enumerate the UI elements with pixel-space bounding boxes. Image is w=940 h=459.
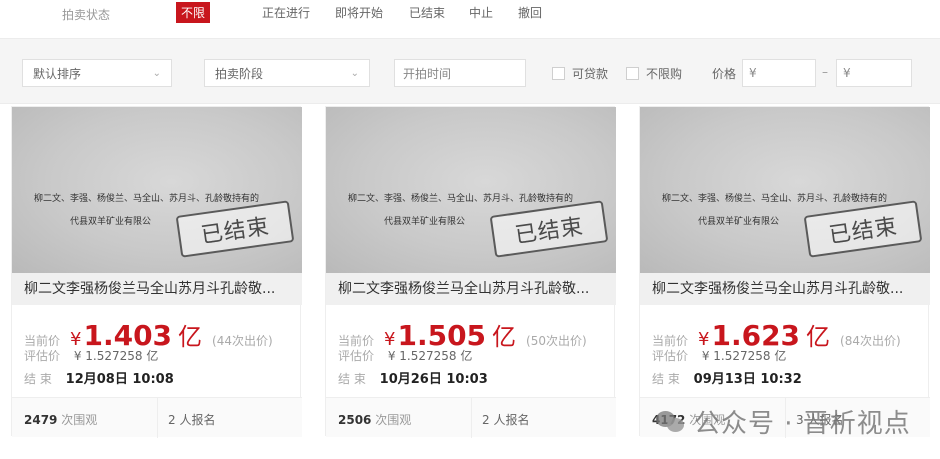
price-unit: 亿 [806,323,831,351]
document-text-line: 柳二文、李强、杨俊兰、马全山、苏月斗、孔龄敬持有的 [348,194,574,204]
document-text-line: 代县双羊矿业有限公 [384,217,466,227]
auction-card-title[interactable]: 柳二文李强杨俊兰马全山苏月斗孔龄敬... [12,273,302,305]
auction-card-title[interactable]: 柳二文李强杨俊兰马全山苏月斗孔龄敬... [640,273,930,305]
evaluated-price-row: 评估价 ¥ 1.527258 亿 [652,347,786,364]
document-text-line: 代县双羊矿业有限公 [698,217,780,227]
wechat-icon [656,409,686,435]
loan-checkbox[interactable] [552,67,565,80]
view-count-suffix: 次围观 [61,413,98,427]
end-time-label: 结 束 [24,372,52,386]
tab-suspended[interactable]: 中止 [469,4,493,21]
unlimited-purchase-label: 不限购 [646,67,683,81]
tab-unlimited[interactable]: 不限 [176,2,211,23]
signup-count-value: 2 [168,413,176,427]
watermark: 公众号 · 晋析视点 [656,403,911,440]
end-time-row: 结 束 12月08日 10:08 [24,368,174,387]
end-time-label: 结 束 [338,372,366,386]
end-time-label: 结 束 [652,372,680,386]
price-min-input[interactable]: ¥ [742,59,816,87]
sort-select[interactable]: 默认排序 ⌄ [22,59,172,87]
signup-count: 2 人报名 [168,411,215,428]
end-time-value: 09月13日 10:32 [693,372,802,387]
end-time-value: 12月08日 10:08 [65,372,174,387]
end-time-row: 结 束 10月26日 10:03 [338,368,488,387]
watermark-text: 公众号 · 晋析视点 [694,409,911,439]
auction-card-image[interactable]: 柳二文、李强、杨俊兰、马全山、苏月斗、孔龄敬持有的 代县双羊矿业有限公 已结束 [326,107,616,273]
evaluated-price-row: 评估价 ¥ 1.527258 亿 [338,347,472,364]
chevron-down-icon: ⌄ [350,67,359,79]
auction-card[interactable]: 柳二文、李强、杨俊兰、马全山、苏月斗、孔龄敬持有的 代县双羊矿业有限公 已结束 … [11,106,302,438]
sort-select-value: 默认排序 [33,66,82,81]
price-max-input[interactable]: ¥ [836,59,912,87]
auction-card[interactable]: 柳二文、李强、杨俊兰、马全山、苏月斗、孔龄敬持有的 代县双羊矿业有限公 已结束 … [325,106,616,438]
auction-status-label: 拍卖状态 [62,8,111,22]
price-unit: 亿 [178,323,203,351]
auction-stage-value: 拍卖阶段 [215,66,264,81]
footer-divider [471,398,472,438]
ended-stamp: 已结束 [803,200,923,258]
tab-withdrawn[interactable]: 撤回 [518,4,542,21]
evaluated-price-label: 评估价 [338,349,375,363]
document-text-line: 柳二文、李强、杨俊兰、马全山、苏月斗、孔龄敬持有的 [34,194,260,204]
evaluated-price-label: 评估价 [652,349,689,363]
ended-stamp: 已结束 [489,200,609,258]
auction-card-footer: 2506 次围观 2 人报名 [326,397,616,438]
evaluated-price-row: 评估价 ¥ 1.527258 亿 [24,347,158,364]
end-time-row: 结 束 09月13日 10:32 [652,368,802,387]
bid-count: (50次出价) [526,334,587,348]
view-count-value: 2479 [24,413,58,427]
filter-bar: 默认排序 ⌄ 拍卖阶段 ⌄ 开拍时间 可贷款 不限购 价格 ¥ – ¥ [0,38,940,104]
tab-upcoming[interactable]: 即将开始 [335,4,383,21]
auction-status-tabs: 拍卖状态 不限 正在进行 即将开始 已结束 中止 撤回 [0,0,940,28]
evaluated-price-value: ¥ 1.527258 亿 [73,349,159,363]
start-time-input[interactable]: 开拍时间 [394,59,526,87]
view-count-suffix: 次围观 [375,413,412,427]
auction-card-footer: 2479 次围观 2 人报名 [12,397,302,438]
price-range-separator: – [822,65,828,79]
document-text-line: 柳二文、李强、杨俊兰、马全山、苏月斗、孔龄敬持有的 [662,194,888,204]
ended-stamp: 已结束 [175,200,295,258]
footer-divider [157,398,158,438]
bid-count: (84次出价) [840,334,901,348]
unlimited-purchase-checkbox[interactable] [626,67,639,80]
evaluated-price-label: 评估价 [24,349,61,363]
auction-card-title[interactable]: 柳二文李强杨俊兰马全山苏月斗孔龄敬... [326,273,616,305]
auction-card-image[interactable]: 柳二文、李强、杨俊兰、马全山、苏月斗、孔龄敬持有的 代县双羊矿业有限公 已结束 [640,107,930,273]
evaluated-price-value: ¥ 1.527258 亿 [387,349,473,363]
view-count: 2479 次围观 [24,411,97,428]
evaluated-price-value: ¥ 1.527258 亿 [701,349,787,363]
tab-ended[interactable]: 已结束 [409,4,445,21]
auction-card-image[interactable]: 柳二文、李强、杨俊兰、马全山、苏月斗、孔龄敬持有的 代县双羊矿业有限公 已结束 [12,107,302,273]
signup-count-suffix: 人报名 [493,413,530,427]
tab-ongoing[interactable]: 正在进行 [262,4,310,21]
signup-count-value: 2 [482,413,490,427]
auction-card[interactable]: 柳二文、李强、杨俊兰、马全山、苏月斗、孔龄敬持有的 代县双羊矿业有限公 已结束 … [639,106,930,438]
document-text-line: 代县双羊矿业有限公 [70,217,152,227]
view-count: 2506 次围观 [338,411,411,428]
loan-label: 可贷款 [572,67,609,81]
signup-count: 2 人报名 [482,411,529,428]
signup-count-suffix: 人报名 [179,413,216,427]
view-count-value: 2506 [338,413,372,427]
chevron-down-icon: ⌄ [152,67,161,79]
end-time-value: 10月26日 10:03 [379,372,488,387]
auction-stage-select[interactable]: 拍卖阶段 ⌄ [204,59,370,87]
price-unit: 亿 [492,323,517,351]
price-label: 价格 [712,67,737,81]
bid-count: (44次出价) [212,334,273,348]
